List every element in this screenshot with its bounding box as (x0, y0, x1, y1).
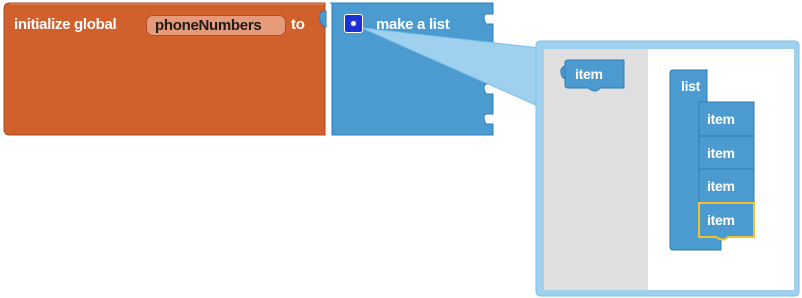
initialize-global-label: initialize global (14, 16, 117, 33)
gear-icon[interactable] (344, 14, 363, 33)
list-label: list (681, 78, 701, 94)
to-label: to (291, 16, 305, 33)
make-a-list-label: make a list (376, 16, 450, 33)
variable-name-field[interactable]: phoneNumbers (146, 15, 286, 36)
list-item-label-4: item (707, 212, 735, 228)
list-item-label-2: item (707, 145, 735, 161)
list-item-label-3: item (707, 178, 735, 194)
list-item-label-1: item (707, 111, 735, 127)
blocks-canvas (3, 2, 800, 297)
flyout-item-label: item (575, 66, 603, 82)
